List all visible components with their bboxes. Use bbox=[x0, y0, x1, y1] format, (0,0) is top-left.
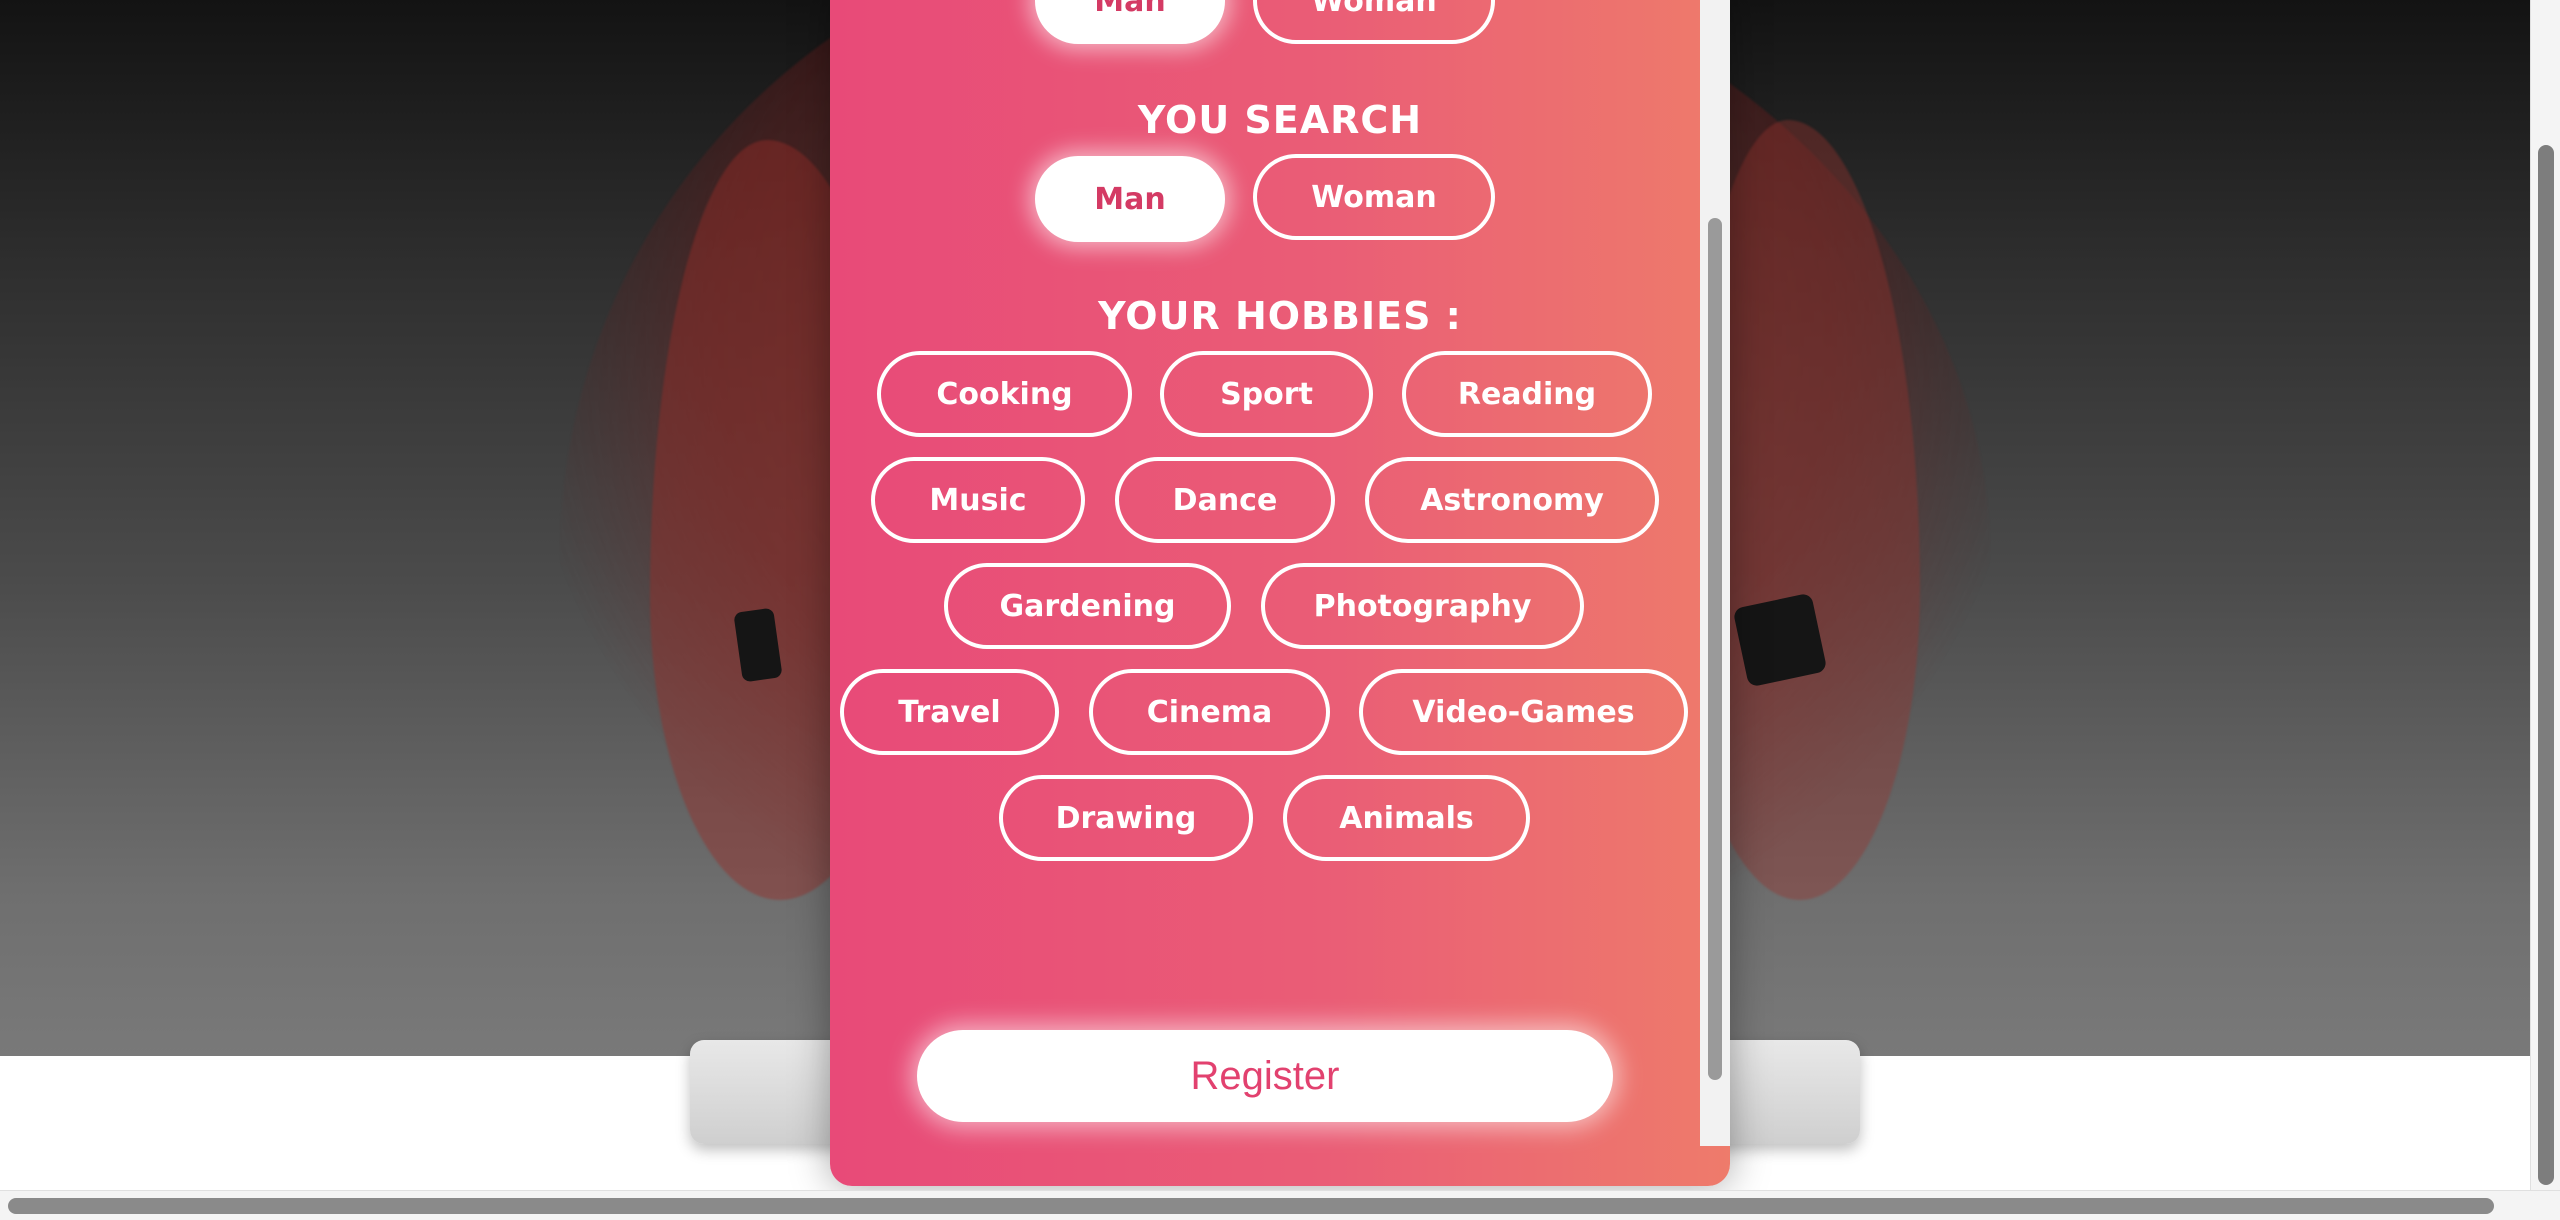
panel-scrollbar-thumb[interactable] bbox=[1708, 218, 1722, 1080]
hobby-cooking[interactable]: Cooking bbox=[877, 351, 1132, 437]
strap-right-icon bbox=[1732, 592, 1828, 688]
hobby-reading[interactable]: Reading bbox=[1402, 351, 1652, 437]
hobby-cinema[interactable]: Cinema bbox=[1089, 669, 1330, 755]
hobby-photography[interactable]: Photography bbox=[1261, 563, 1584, 649]
search-option-woman[interactable]: Woman bbox=[1253, 154, 1495, 240]
window-vertical-scrollbar[interactable] bbox=[2530, 0, 2560, 1190]
window-horizontal-scrollbar[interactable] bbox=[0, 1190, 2560, 1220]
hobby-music[interactable]: Music bbox=[871, 457, 1085, 543]
hobby-drawing[interactable]: Drawing bbox=[999, 775, 1253, 861]
search-option-man[interactable]: Man bbox=[1035, 156, 1225, 242]
hobby-travel[interactable]: Travel bbox=[840, 669, 1059, 755]
window-horizontal-scrollbar-thumb[interactable] bbox=[8, 1198, 2494, 1214]
hobby-gardening[interactable]: Gardening bbox=[944, 563, 1231, 649]
panel-scrollbar[interactable] bbox=[1700, 0, 1730, 1146]
you-search-heading: YOU SEARCH bbox=[1137, 98, 1423, 142]
hobbies-heading: YOUR HOBBIES : bbox=[1098, 294, 1462, 338]
register-button[interactable]: Register bbox=[917, 1030, 1613, 1122]
hobby-dance[interactable]: Dance bbox=[1115, 457, 1335, 543]
gender-option-woman[interactable]: Woman bbox=[1253, 0, 1495, 44]
hobby-astronomy[interactable]: Astronomy bbox=[1365, 457, 1659, 543]
hobby-video-games[interactable]: Video-Games bbox=[1359, 669, 1688, 755]
hobby-sport[interactable]: Sport bbox=[1160, 351, 1373, 437]
window-vertical-scrollbar-thumb[interactable] bbox=[2538, 145, 2554, 1185]
gender-option-man[interactable]: Man bbox=[1035, 0, 1225, 44]
hobby-animals[interactable]: Animals bbox=[1283, 775, 1530, 861]
